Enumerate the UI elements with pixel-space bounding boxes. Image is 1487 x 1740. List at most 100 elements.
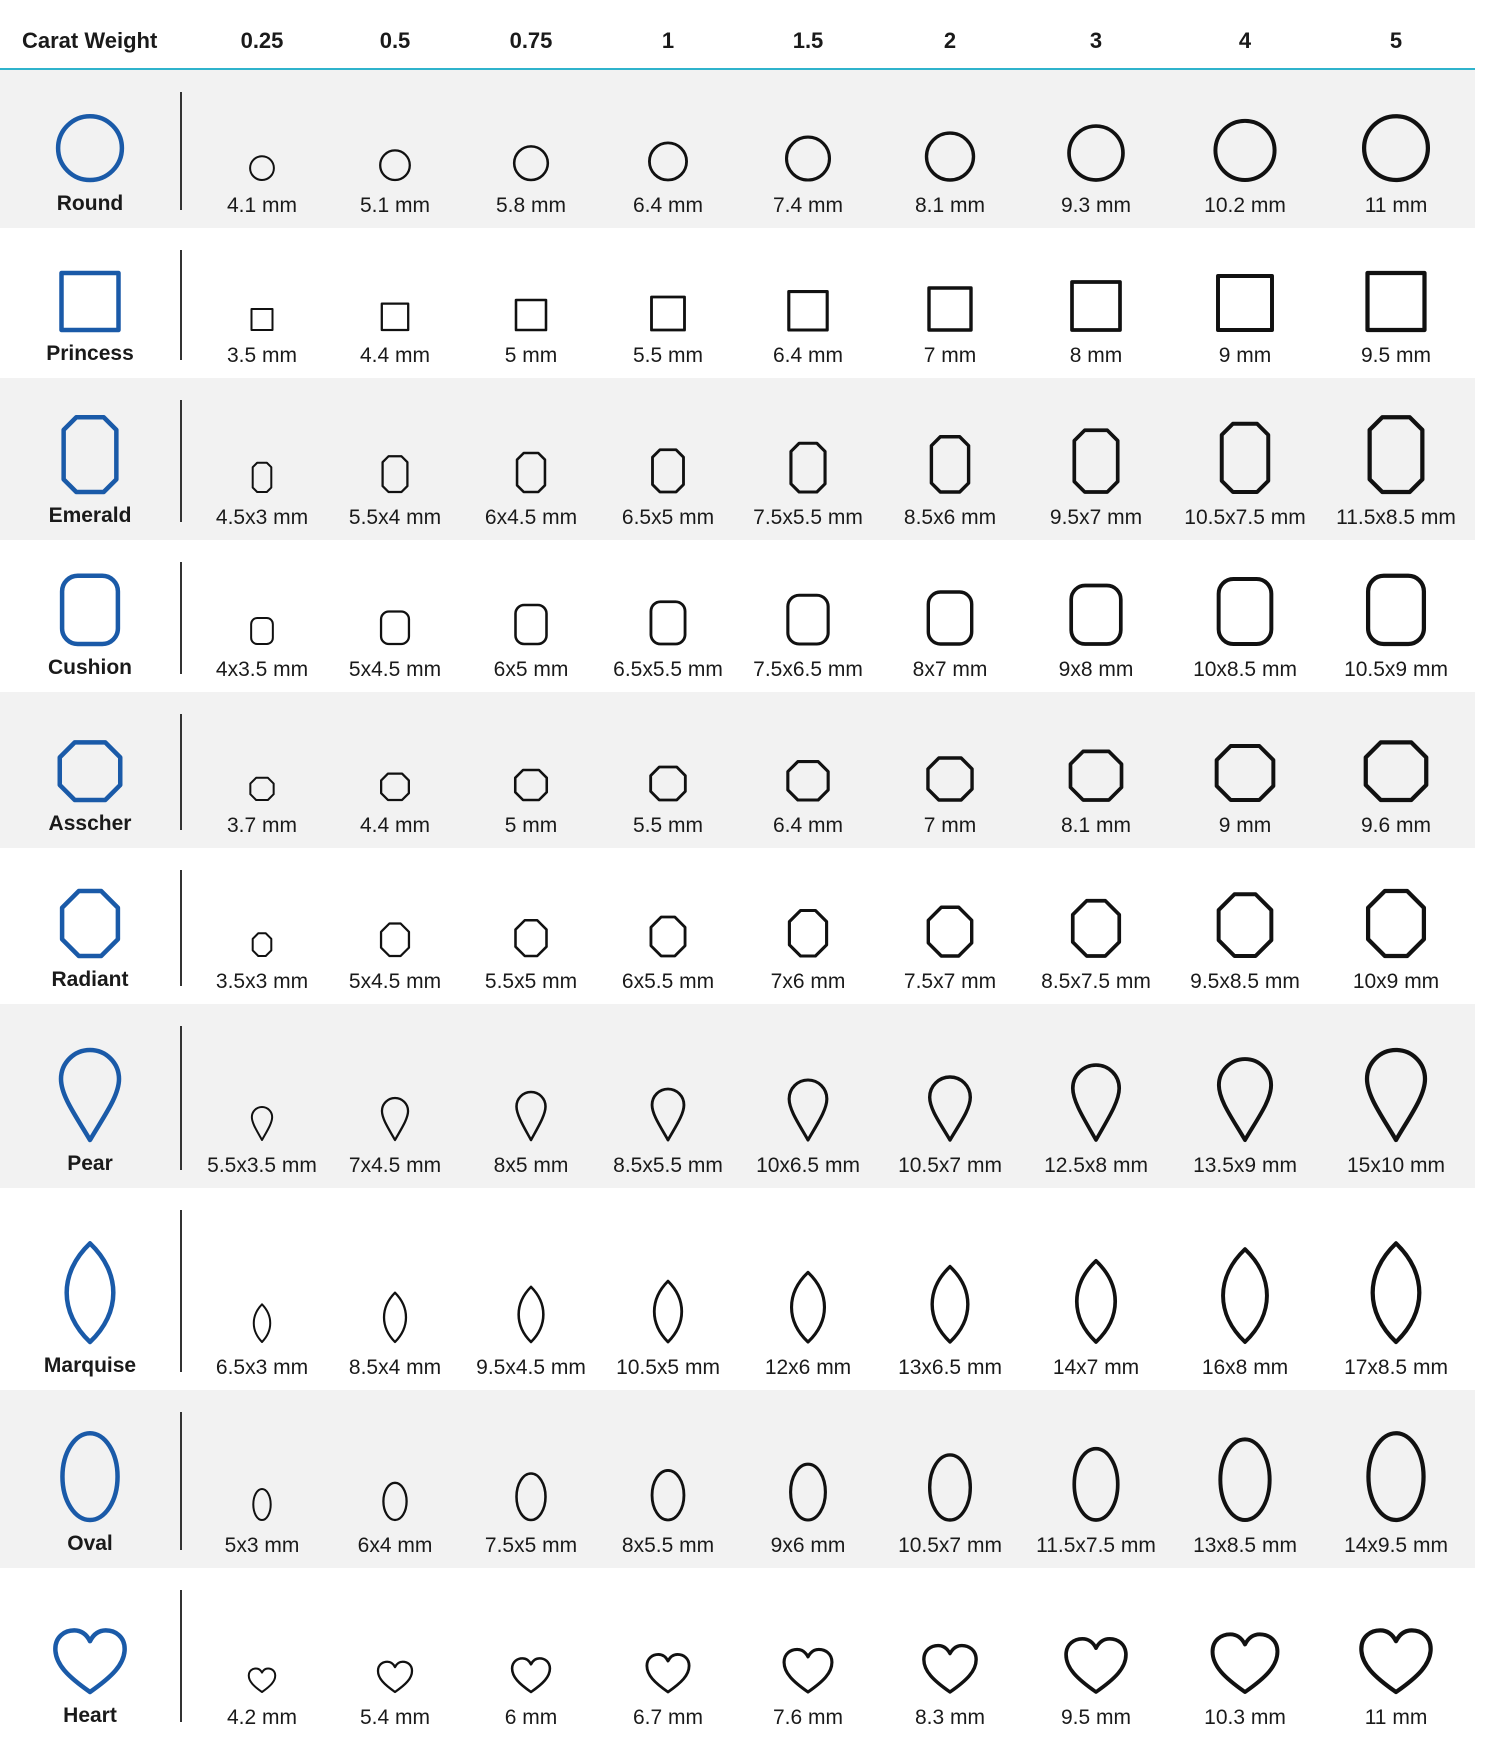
shape-name-radiant: Radiant: [51, 968, 129, 991]
size-label: 7 mm: [923, 814, 977, 837]
column-divider: [180, 1210, 182, 1372]
asscher-outline-0.5: [380, 772, 410, 802]
size-label: 6.4 mm: [772, 344, 844, 367]
emerald-shape-icon: [61, 415, 119, 495]
asscher-outline-5: [1363, 740, 1429, 803]
oval-outline-2: [928, 1453, 973, 1522]
size-label: 10.5x9 mm: [1344, 658, 1448, 681]
size-label: 4x3.5 mm: [215, 658, 309, 681]
oval-outline-5: [1366, 1431, 1426, 1523]
size-label: 3.7 mm: [226, 814, 298, 837]
emerald-outline-3: [1072, 428, 1120, 494]
oval-outline-1.5: [789, 1462, 827, 1522]
shape-name-emerald: Emerald: [48, 504, 132, 527]
size-label: 17x8.5 mm: [1344, 1356, 1448, 1379]
column-divider: [180, 250, 182, 360]
size-label: 7.5x5.5 mm: [753, 506, 863, 529]
princess-outline-5: [1365, 270, 1427, 333]
round-outline-4: [1213, 118, 1277, 182]
cushion-outline-1: [649, 600, 687, 646]
size-label: 9.5 mm: [1360, 344, 1432, 367]
princess-outline-1: [650, 295, 686, 332]
column-divider: [180, 714, 182, 830]
size-label: 11 mm: [1364, 194, 1428, 217]
size-label: 8.5x5.5 mm: [613, 1154, 723, 1177]
princess-outline-3: [1070, 280, 1122, 332]
size-label: 6x4 mm: [357, 1534, 433, 1557]
heart-outline-4: [1210, 1632, 1280, 1694]
size-label: 5 mm: [504, 814, 558, 837]
shape-name-marquise: Marquise: [43, 1354, 137, 1377]
size-label: 14x9.5 mm: [1344, 1534, 1448, 1557]
size-label: 5.5x3.5 mm: [207, 1154, 317, 1177]
marquise-outline-5: [1370, 1241, 1422, 1345]
heart-outline-0.5: [376, 1660, 414, 1694]
column-divider: [180, 562, 182, 674]
shape-name-cushion: Cushion: [48, 656, 132, 679]
size-label: 16x8 mm: [1201, 1356, 1289, 1379]
heart-outline-2: [922, 1643, 978, 1694]
size-label: 7.4 mm: [772, 194, 844, 217]
cushion-outline-5: [1365, 573, 1427, 647]
size-label: 5.5x5 mm: [484, 970, 578, 993]
emerald-outline-0.25: [251, 461, 273, 493]
size-label: 7 mm: [923, 344, 977, 367]
size-label: 12.5x8 mm: [1044, 1154, 1148, 1177]
size-label: 7x4.5 mm: [348, 1154, 442, 1177]
size-label: 8.5x6 mm: [903, 506, 997, 529]
cushion-outline-2: [926, 590, 974, 646]
asscher-outline-0.75: [513, 768, 549, 802]
asscher-outline-3: [1068, 749, 1124, 802]
emerald-outline-0.5: [381, 455, 409, 494]
cushion-outline-0.25: [250, 617, 274, 645]
column-divider: [180, 1590, 182, 1722]
princess-shape-icon: [59, 270, 121, 333]
oval-outline-0.25: [252, 1488, 272, 1521]
size-label: 8.1 mm: [914, 194, 986, 217]
round-outline-2: [924, 131, 976, 182]
princess-outline-1.5: [787, 290, 829, 332]
marquise-outline-0.75: [517, 1285, 545, 1344]
size-label: 5x4.5 mm: [348, 970, 442, 993]
round-outline-3: [1067, 124, 1125, 182]
size-label: 3.5x3 mm: [215, 970, 309, 993]
size-label: 9.5x7 mm: [1049, 506, 1143, 529]
size-label: 5.5 mm: [632, 814, 704, 837]
marquise-outline-3: [1075, 1258, 1117, 1344]
column-divider: [180, 92, 182, 210]
size-label: 6.4 mm: [772, 814, 844, 837]
size-label: 7.5x5 mm: [484, 1534, 578, 1557]
round-outline-1.5: [784, 135, 832, 182]
shape-name-oval: Oval: [67, 1532, 113, 1555]
size-label: 4.2 mm: [226, 1706, 298, 1729]
size-label: 8 mm: [1069, 344, 1123, 367]
size-label: 5x4.5 mm: [348, 658, 442, 681]
pear-outline-4: [1216, 1057, 1274, 1142]
size-label: 9.5x4.5 mm: [476, 1356, 586, 1379]
column-divider: [180, 1026, 182, 1170]
radiant-shape-icon: [59, 888, 121, 959]
pear-outline-3: [1070, 1063, 1122, 1142]
heart-outline-0.25: [247, 1667, 277, 1693]
size-label: 10.5x7 mm: [898, 1154, 1002, 1177]
size-label: 8.5x4 mm: [348, 1356, 442, 1379]
pear-outline-0.75: [515, 1090, 547, 1142]
size-label: 7.5x7 mm: [903, 970, 997, 993]
column-divider: [180, 400, 182, 522]
size-label: 6x5 mm: [493, 658, 569, 681]
size-label: 5.5 mm: [632, 344, 704, 367]
cushion-outline-1.5: [786, 593, 830, 646]
asscher-outline-4: [1214, 744, 1276, 802]
pear-outline-0.5: [380, 1096, 410, 1142]
asscher-outline-2: [926, 756, 974, 802]
princess-outline-0.5: [380, 302, 410, 332]
pear-shape-icon: [58, 1047, 122, 1143]
size-label: 5 mm: [504, 344, 558, 367]
size-label: 6x5.5 mm: [621, 970, 715, 993]
size-label: 10.5x7.5 mm: [1184, 506, 1306, 529]
emerald-outline-1: [651, 448, 685, 494]
oval-outline-0.5: [382, 1481, 408, 1522]
round-outline-0.25: [249, 155, 275, 182]
size-label: 4.4 mm: [359, 814, 431, 837]
size-label: 6.7 mm: [632, 1706, 704, 1729]
